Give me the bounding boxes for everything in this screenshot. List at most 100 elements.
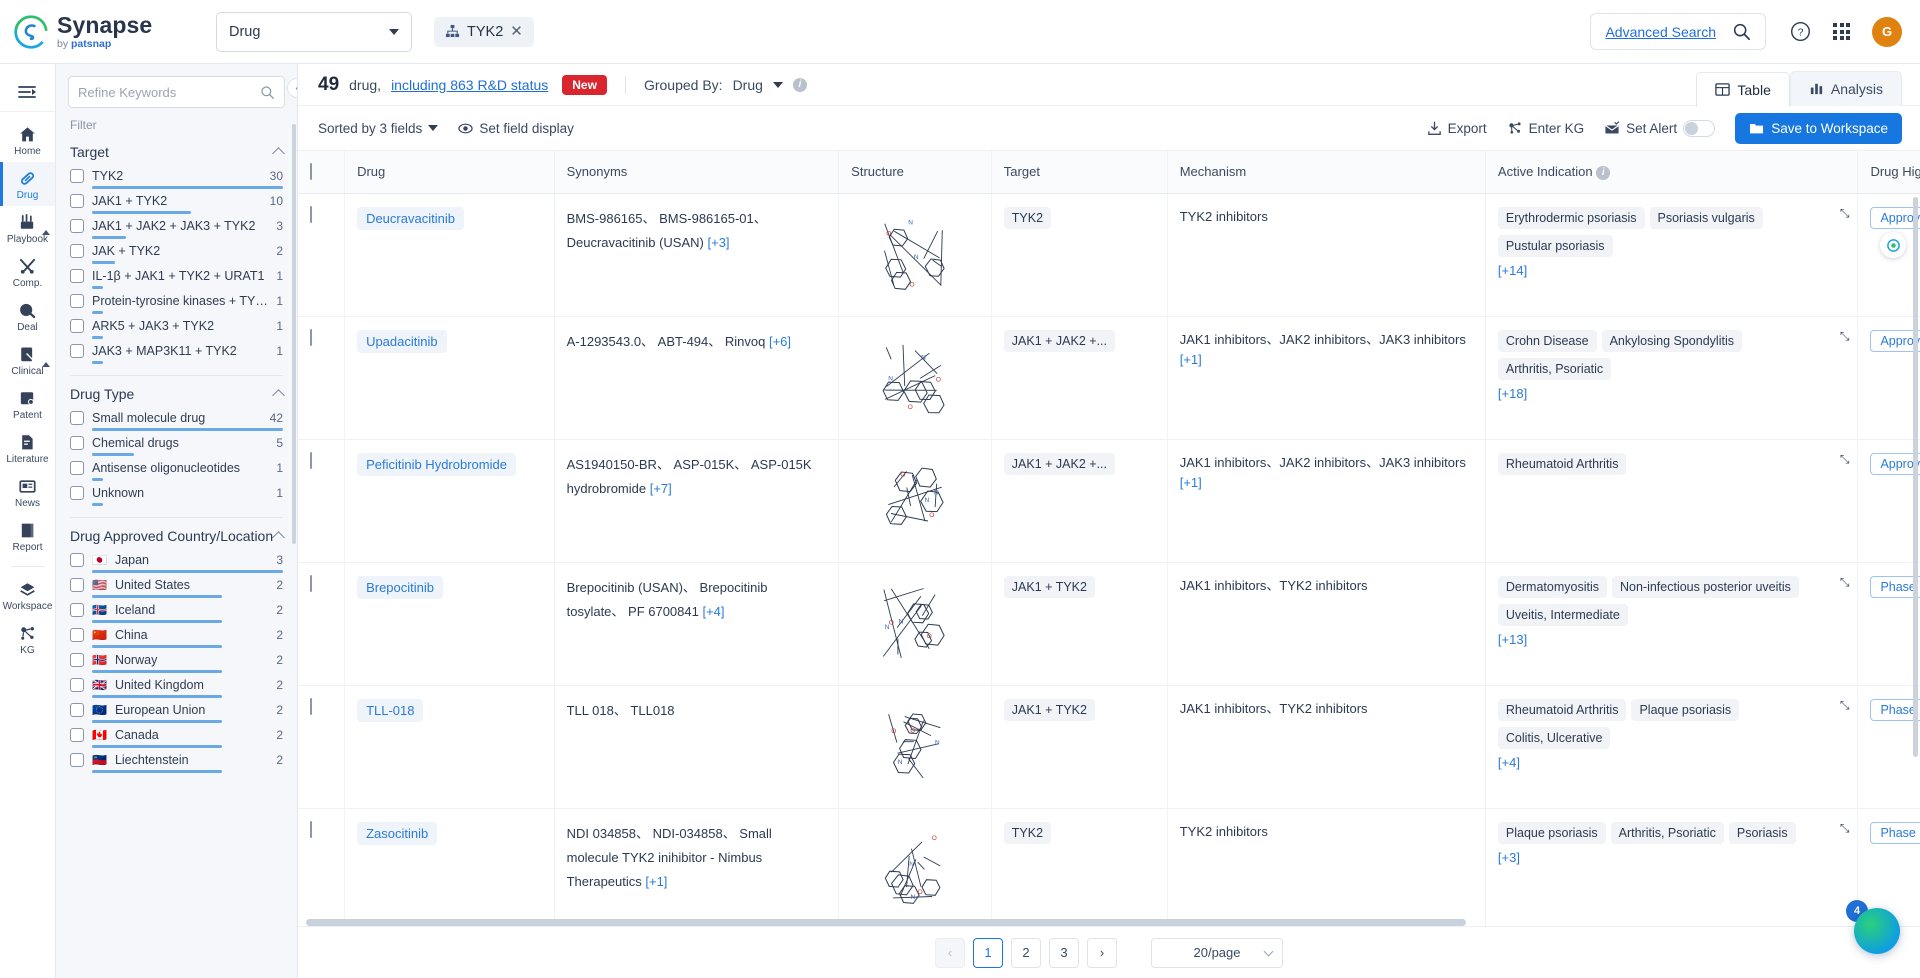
sorted-by-button[interactable]: Sorted by 3 fields	[318, 121, 439, 136]
row-checkbox[interactable]	[310, 328, 312, 346]
per-page-select[interactable]: 20/page	[1151, 937, 1283, 968]
filter-checkbox[interactable]	[70, 269, 84, 283]
rail-toggle-button[interactable]	[0, 72, 55, 112]
sidebar-item-workspace[interactable]: Workspace	[0, 573, 55, 617]
close-icon[interactable]: ✕	[510, 24, 523, 39]
indication-tag[interactable]: Dermatomyositis	[1497, 575, 1607, 598]
grouped-by-value[interactable]: Drug	[733, 77, 763, 93]
filter-checkbox[interactable]	[70, 578, 84, 592]
filter-item[interactable]: ARK5 + JAK3 + TYK2 1	[70, 316, 283, 341]
filter-checkbox[interactable]	[70, 219, 84, 233]
sidebar-item-clinical[interactable]: Clinical	[0, 338, 55, 382]
expand-icon[interactable]: ⤡	[1840, 698, 1850, 713]
filter-item[interactable]: Unknown 1	[70, 483, 283, 508]
table-row[interactable]: Upadacitinib A-1293543.0、 ABT-494、 Rinvoq…	[298, 316, 1920, 440]
drug-name-link[interactable]: Brepocitinib	[357, 575, 443, 599]
sidebar-item-patent[interactable]: Patent	[0, 382, 55, 426]
synonyms-more-link[interactable]: [+7]	[646, 481, 672, 496]
column-header-synonyms[interactable]: Synonyms	[554, 151, 840, 194]
expand-icon[interactable]: ⤡	[1840, 452, 1850, 467]
table-row[interactable]: Brepocitinib Brepocitinib (USAN)、 Brepoci…	[298, 562, 1920, 686]
table-row[interactable]: Peficitinib Hydrobromide AS1940150-BR、 AS…	[298, 439, 1920, 563]
filter-item[interactable]: 🇺🇸 United States 2	[70, 575, 283, 600]
indication-tag[interactable]: Non-infectious posterior uveitis	[1611, 575, 1799, 598]
expand-icon[interactable]: ⤡	[1840, 206, 1850, 221]
enter-kg-button[interactable]: Enter KG	[1507, 120, 1584, 136]
filter-checkbox[interactable]	[70, 486, 84, 500]
mechanism-more-link[interactable]: [+1]	[1180, 475, 1202, 490]
filter-checkbox[interactable]	[70, 436, 84, 450]
avatar[interactable]: G	[1872, 16, 1902, 47]
page-button-3[interactable]: 3	[1049, 937, 1079, 968]
synonyms-more-link[interactable]: [+3]	[704, 235, 729, 250]
apps-grid-icon[interactable]	[1833, 23, 1850, 40]
indication-tag[interactable]: Crohn Disease	[1497, 329, 1597, 352]
refine-keywords-box[interactable]	[68, 76, 285, 108]
filter-checkbox[interactable]	[70, 461, 84, 475]
filter-scrollbar[interactable]	[292, 124, 296, 544]
page-button-2[interactable]: 2	[1011, 937, 1041, 968]
filter-checkbox[interactable]	[70, 194, 84, 208]
expand-icon[interactable]: ⤡	[1840, 575, 1850, 590]
tab-table[interactable]: Table	[1696, 71, 1790, 107]
indication-tag[interactable]: Rheumatoid Arthritis	[1497, 698, 1627, 721]
filter-item[interactable]: 🇨🇳 China 2	[70, 625, 283, 650]
filter-item[interactable]: IL-1β + JAK1 + TYK2 + URAT1 1	[70, 266, 283, 291]
filter-checkbox[interactable]	[70, 553, 84, 567]
mechanism-more-link[interactable]: [+1]	[1180, 352, 1202, 367]
row-checkbox[interactable]	[310, 574, 312, 592]
table-row[interactable]: Zasocitinib NDI 034858、 NDI-034858、 Small…	[298, 808, 1920, 926]
table-row[interactable]: TLL-018 TLL 018、 TLL018 N O N O JAK1 + TYK2 JAK…	[298, 685, 1920, 809]
indication-more-link[interactable]: [+14]	[1498, 263, 1846, 278]
filter-item[interactable]: JAK1 + JAK2 + JAK3 + TYK2 3	[70, 216, 283, 241]
page-button-1[interactable]: 1	[973, 937, 1003, 968]
filter-checkbox[interactable]	[70, 728, 84, 742]
search-chip-tyk2[interactable]: TYK2 ✕	[434, 16, 534, 47]
sidebar-item-literature[interactable]: Literature	[0, 426, 55, 470]
filter-item[interactable]: 🇪🇺 European Union 2	[70, 700, 283, 725]
filter-item[interactable]: 🇳🇴 Norway 2	[70, 650, 283, 675]
drug-name-link[interactable]: Zasocitinib	[357, 821, 438, 845]
brand-logo[interactable]: Synapse by patsnap	[14, 13, 210, 50]
filter-item[interactable]: 🇨🇦 Canada 2	[70, 725, 283, 750]
molecule-structure-image[interactable]: NONO	[871, 822, 959, 918]
indication-tag[interactable]: Rheumatoid Arthritis	[1497, 452, 1627, 475]
drug-name-link[interactable]: TLL-018	[357, 698, 424, 722]
sidebar-item-drug[interactable]: Drug	[0, 162, 55, 206]
indication-tag[interactable]: Plaque psoriasis	[1497, 821, 1606, 844]
info-icon[interactable]: i	[1596, 165, 1611, 180]
help-bubble-icon[interactable]	[1880, 232, 1906, 258]
set-field-display-button[interactable]: Set field display	[458, 121, 574, 136]
filter-checkbox[interactable]	[70, 294, 84, 308]
indication-tag[interactable]: Pustular psoriasis	[1497, 234, 1613, 257]
filter-checkbox[interactable]	[70, 653, 84, 667]
indication-tag[interactable]: Ankylosing Spondylitis	[1601, 329, 1742, 352]
including-rnd-status-link[interactable]: including 863 R&D status	[391, 77, 548, 93]
indication-tag[interactable]: Erythrodermic psoriasis	[1497, 206, 1645, 229]
sidebar-item-news[interactable]: News	[0, 470, 55, 514]
prev-page-button[interactable]: ‹	[935, 937, 965, 968]
collapse-filter-panel-button[interactable]: ‹	[287, 78, 297, 98]
filter-checkbox[interactable]	[70, 319, 84, 333]
indication-more-link[interactable]: [+18]	[1498, 386, 1846, 401]
filter-item[interactable]: JAK1 + TYK2 10	[70, 191, 283, 216]
indication-more-link[interactable]: [+4]	[1498, 755, 1846, 770]
vertical-scrollbar[interactable]	[1913, 197, 1918, 757]
set-alert-toggle[interactable]	[1683, 119, 1716, 137]
target-tag[interactable]: TYK2	[1003, 206, 1052, 229]
molecule-structure-image[interactable]: NONO	[871, 330, 959, 426]
filter-checkbox[interactable]	[70, 678, 84, 692]
sidebar-item-report[interactable]: Report	[0, 514, 55, 558]
next-page-button[interactable]: ›	[1087, 937, 1117, 968]
horizontal-scrollbar[interactable]	[306, 919, 1466, 926]
filter-item[interactable]: JAK3 + MAP3K11 + TYK2 1	[70, 341, 283, 366]
synonyms-more-link[interactable]: [+1]	[642, 874, 667, 889]
sidebar-item-comp[interactable]: Comp.	[0, 250, 55, 294]
row-checkbox[interactable]	[310, 205, 312, 223]
indication-tag[interactable]: Arthritis, Psoriatic	[1497, 357, 1612, 380]
target-tag[interactable]: JAK1 + TYK2	[1003, 698, 1095, 721]
target-tag[interactable]: JAK1 + TYK2	[1003, 575, 1095, 598]
filter-checkbox[interactable]	[70, 411, 84, 425]
search-type-select[interactable]: Drug	[216, 11, 412, 52]
synonyms-more-link[interactable]: [+4]	[699, 604, 724, 619]
